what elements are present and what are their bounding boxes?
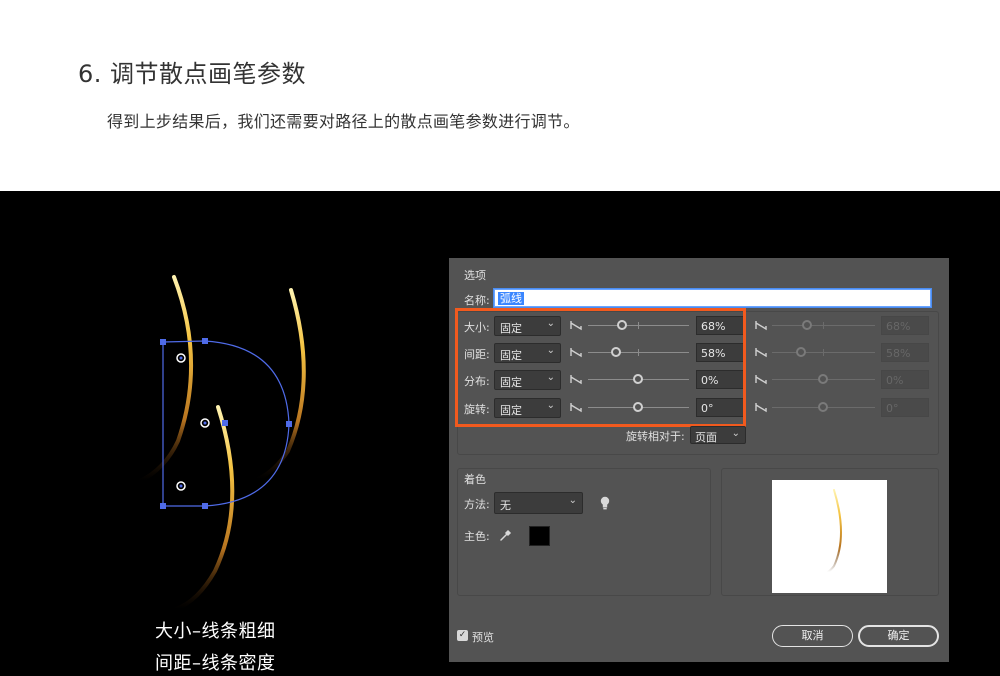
- scatter-max-value-field[interactable]: 0%: [881, 370, 929, 389]
- section-coloring-label: 着色: [464, 473, 486, 486]
- size-max-slider-knob[interactable]: [802, 320, 812, 330]
- coloring-group: [457, 468, 711, 596]
- slider-tick: [823, 322, 824, 329]
- pressure-icon: [755, 321, 767, 331]
- article-heading: 6. 调节散点画笔参数: [78, 60, 307, 88]
- pressure-icon: [755, 375, 767, 385]
- anchor-point[interactable]: [202, 338, 208, 344]
- chevron-down-icon: ⌄: [731, 428, 740, 439]
- highlight-box: [455, 308, 746, 427]
- brush-name-input[interactable]: 弧线: [494, 289, 931, 307]
- size-max-value-field[interactable]: 68%: [881, 316, 929, 335]
- brush-name-value: 弧线: [498, 292, 524, 305]
- section-options-label: 选项: [464, 269, 486, 282]
- preview-stroke: [827, 489, 842, 573]
- slider-tick: [823, 349, 824, 356]
- eyedropper-icon[interactable]: [499, 528, 513, 542]
- name-label: 名称:: [464, 294, 490, 307]
- scatter-brush-options-dialog: 选项 名称: 弧线 大小: 固定 ⌄ 68% 68% 间距: 固定 ⌄ 58% 58…: [449, 258, 949, 662]
- anchor-point[interactable]: [286, 421, 292, 427]
- anchor-point[interactable]: [202, 503, 208, 509]
- chevron-down-icon: ⌄: [568, 495, 577, 506]
- anchor-point[interactable]: [222, 420, 228, 426]
- rotation-max-slider-knob[interactable]: [818, 402, 828, 412]
- pressure-icon: [755, 403, 767, 413]
- caption-spacing: 间距–线条密度: [155, 653, 276, 674]
- brush-artwork: [138, 275, 306, 611]
- ok-button[interactable]: 确定: [858, 625, 939, 647]
- center-point: [203, 421, 207, 425]
- method-select[interactable]: 无 ⌄: [494, 492, 583, 514]
- checkbox-checked-icon[interactable]: ✓: [457, 630, 468, 641]
- scatter-max-slider-knob[interactable]: [818, 374, 828, 384]
- key-color-swatch[interactable]: [529, 526, 550, 546]
- lightbulb-icon[interactable]: [599, 496, 611, 510]
- caption-size: 大小–线条粗细: [155, 621, 276, 642]
- anchor-point[interactable]: [160, 503, 166, 509]
- gold-stroke-left: [138, 275, 193, 483]
- rotation-max-value-field[interactable]: 0°: [881, 398, 929, 417]
- anchor-point[interactable]: [160, 339, 166, 345]
- spacing-max-slider-knob[interactable]: [796, 347, 806, 357]
- rotate-relative-select[interactable]: 页面 ⌄: [690, 426, 746, 444]
- preview-label: 预览: [472, 631, 494, 644]
- cancel-button[interactable]: 取消: [772, 625, 853, 647]
- center-point: [179, 356, 183, 360]
- illustration-stage: 大小–线条粗细 间距–线条密度 选项 名称: 弧线 大小: 固定 ⌄ 68% 68…: [0, 191, 1000, 676]
- brush-preview: [772, 480, 887, 593]
- key-color-label: 主色:: [464, 530, 490, 543]
- rotate-relative-label: 旋转相对于:: [626, 430, 685, 443]
- article-subtext: 得到上步结果后，我们还需要对路径上的散点画笔参数进行调节。: [107, 112, 580, 131]
- method-label: 方法:: [464, 498, 490, 511]
- pressure-icon: [755, 348, 767, 358]
- spacing-max-value-field[interactable]: 58%: [881, 343, 929, 362]
- center-point: [179, 484, 183, 488]
